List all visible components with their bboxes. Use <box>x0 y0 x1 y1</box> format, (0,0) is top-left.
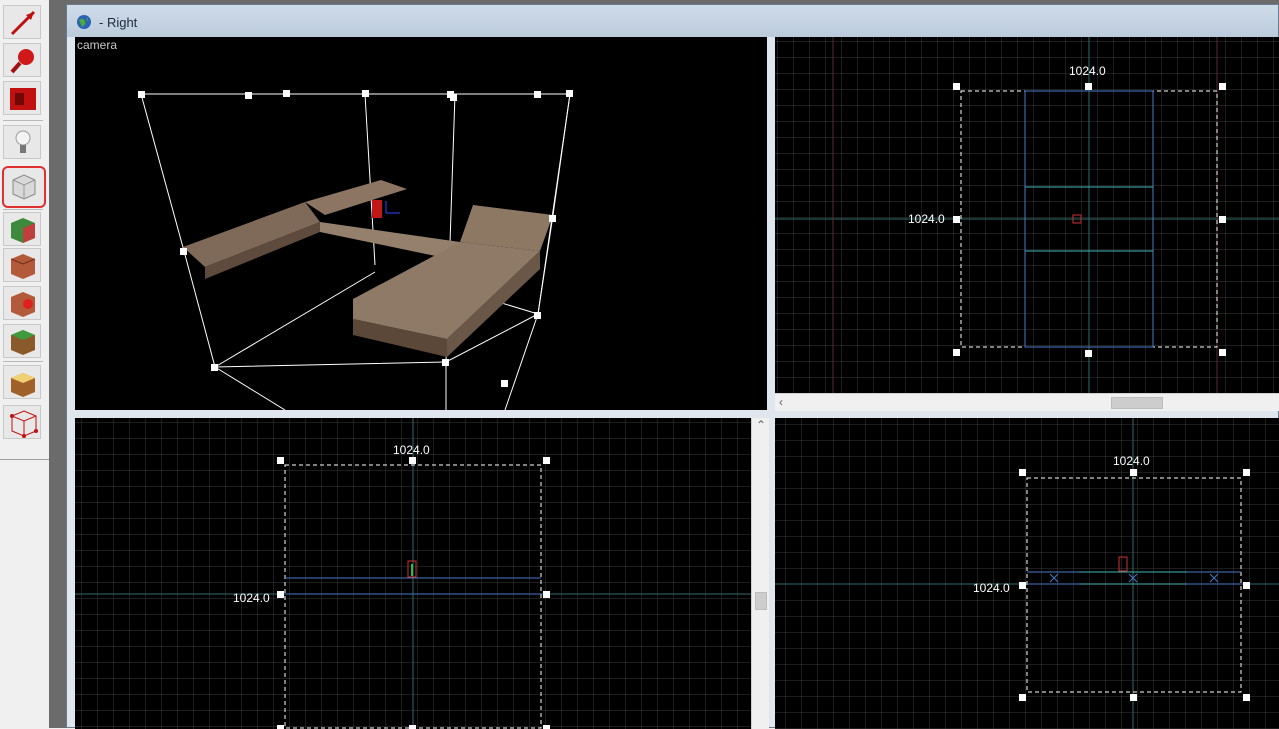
3d-scene <box>138 90 573 410</box>
map-window: - Right camera 1024.0 1024.0 ‹ 1024.0 10… <box>66 4 1279 729</box>
magnify-tool-button[interactable] <box>3 43 41 77</box>
width-dimension: 1024.0 <box>393 443 430 457</box>
height-dimension: 1024.0 <box>973 581 1010 595</box>
vertical-scrollbar[interactable]: ⌃ <box>751 418 769 729</box>
toolbar-separator <box>3 120 43 121</box>
toolbar-separator <box>3 361 43 362</box>
clipping-tool-button[interactable] <box>3 365 41 399</box>
front-2d-viewport[interactable]: 1024.0 1024.0 <box>75 418 751 729</box>
entity-tool-button[interactable] <box>3 125 41 159</box>
camera-tool-button[interactable] <box>3 81 41 115</box>
width-dimension: 1024.0 <box>1069 64 1106 78</box>
vertex-tool-button[interactable] <box>3 405 41 439</box>
toolbar-separator <box>3 209 43 210</box>
height-dimension: 1024.0 <box>908 212 945 226</box>
window-titlebar[interactable]: - Right <box>67 5 1278 37</box>
apply-current-texture-button[interactable] <box>3 248 41 282</box>
overlay-tool-button[interactable] <box>3 324 41 358</box>
scroll-up-icon[interactable]: ⌃ <box>756 418 766 432</box>
block-tool-button[interactable] <box>2 166 46 208</box>
tools-palette <box>0 0 50 460</box>
grid-top <box>775 37 1279 393</box>
globe-icon <box>77 15 91 29</box>
side-2d-viewport[interactable]: 1024.0 1024.0 <box>775 418 1279 729</box>
selection-tool-button[interactable] <box>3 5 41 39</box>
scroll-left-icon[interactable]: ‹ <box>779 395 783 409</box>
decal-tool-button[interactable] <box>3 286 41 320</box>
viewport-label: camera <box>77 38 118 52</box>
camera-viewport[interactable]: camera <box>75 37 767 410</box>
width-dimension: 1024.0 <box>1113 454 1150 468</box>
height-dimension: 1024.0 <box>233 591 270 605</box>
top-2d-viewport[interactable]: 1024.0 1024.0 <box>775 37 1279 393</box>
scrollbar-thumb[interactable] <box>1111 397 1163 409</box>
grid-side <box>775 418 1279 729</box>
horizontal-scrollbar[interactable]: ‹ <box>775 393 1279 411</box>
window-title: - Right <box>99 15 138 30</box>
scrollbar-thumb[interactable] <box>755 592 767 610</box>
grid-front <box>75 418 751 729</box>
texture-application-button[interactable] <box>3 212 41 246</box>
